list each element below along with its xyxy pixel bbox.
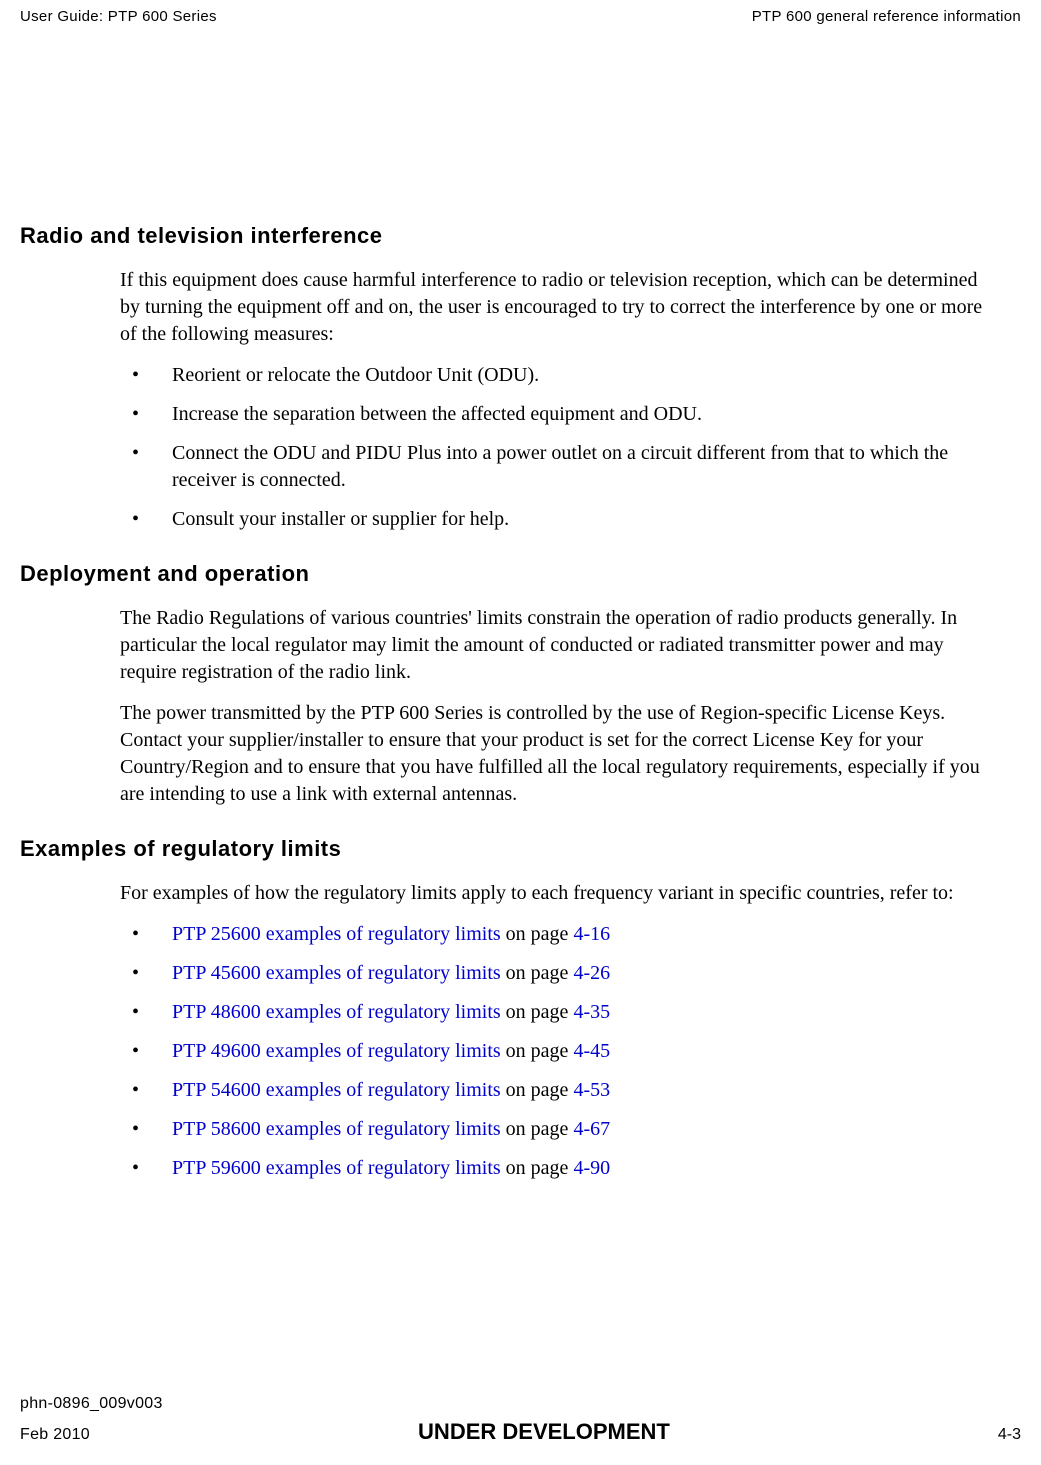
page-header: User Guide: PTP 600 Series PTP 600 gener… [20, 0, 1021, 25]
link-ptp-54600[interactable]: PTP 54600 examples of regulatory limits [172, 1079, 501, 1101]
link-page-ref[interactable]: 4-67 [573, 1118, 610, 1140]
link-mid: on page [501, 1040, 574, 1062]
header-right: PTP 600 general reference information [752, 8, 1021, 25]
list-radio-tv: Reorient or relocate the Outdoor Unit (O… [120, 362, 1001, 533]
link-page-ref[interactable]: 4-16 [573, 923, 610, 945]
page-footer: phn-0896_009v003 Feb 2010 UNDER DEVELOPM… [20, 1395, 1021, 1445]
link-mid: on page [501, 1118, 574, 1140]
heading-radio-tv: Radio and television interference [20, 223, 1021, 249]
para-deployment-1: The Radio Regulations of various countri… [120, 605, 1001, 686]
link-mid: on page [501, 1001, 574, 1023]
link-ptp-49600[interactable]: PTP 49600 examples of regulatory limits [172, 1040, 501, 1062]
header-left: User Guide: PTP 600 Series [20, 8, 217, 25]
footer-status: UNDER DEVELOPMENT [418, 1419, 670, 1445]
link-page-ref[interactable]: 4-35 [573, 1001, 610, 1023]
link-mid: on page [501, 1079, 574, 1101]
para-examples: For examples of how the regulatory limit… [120, 880, 1001, 907]
list-item: PTP 54600 examples of regulatory limits … [120, 1077, 1001, 1104]
list-item: Reorient or relocate the Outdoor Unit (O… [120, 362, 1001, 389]
link-ptp-25600[interactable]: PTP 25600 examples of regulatory limits [172, 923, 501, 945]
link-page-ref[interactable]: 4-53 [573, 1079, 610, 1101]
heading-examples: Examples of regulatory limits [20, 836, 1021, 862]
page-content: Radio and television interference If thi… [20, 25, 1021, 1182]
link-ptp-48600[interactable]: PTP 48600 examples of regulatory limits [172, 1001, 501, 1023]
link-ptp-59600[interactable]: PTP 59600 examples of regulatory limits [172, 1157, 501, 1179]
para-radio-tv: If this equipment does cause harmful int… [120, 267, 1001, 348]
link-mid: on page [501, 1157, 574, 1179]
footer-page-number: 4-3 [998, 1426, 1021, 1444]
heading-deployment: Deployment and operation [20, 561, 1021, 587]
list-item: PTP 58600 examples of regulatory limits … [120, 1116, 1001, 1143]
list-item: PTP 45600 examples of regulatory limits … [120, 960, 1001, 987]
footer-docid: phn-0896_009v003 [20, 1395, 1021, 1413]
list-examples: PTP 25600 examples of regulatory limits … [120, 921, 1001, 1182]
link-mid: on page [501, 923, 574, 945]
para-deployment-2: The power transmitted by the PTP 600 Ser… [120, 700, 1001, 808]
list-item: Increase the separation between the affe… [120, 401, 1001, 428]
link-page-ref[interactable]: 4-26 [573, 962, 610, 984]
footer-row: Feb 2010 UNDER DEVELOPMENT 4-3 [20, 1419, 1021, 1445]
link-page-ref[interactable]: 4-45 [573, 1040, 610, 1062]
link-ptp-45600[interactable]: PTP 45600 examples of regulatory limits [172, 962, 501, 984]
link-mid: on page [501, 962, 574, 984]
link-page-ref[interactable]: 4-90 [573, 1157, 610, 1179]
list-item: PTP 48600 examples of regulatory limits … [120, 999, 1001, 1026]
list-item: PTP 49600 examples of regulatory limits … [120, 1038, 1001, 1065]
link-ptp-58600[interactable]: PTP 58600 examples of regulatory limits [172, 1118, 501, 1140]
list-item: Consult your installer or supplier for h… [120, 506, 1001, 533]
list-item: Connect the ODU and PIDU Plus into a pow… [120, 440, 1001, 494]
footer-date: Feb 2010 [20, 1426, 90, 1444]
list-item: PTP 25600 examples of regulatory limits … [120, 921, 1001, 948]
list-item: PTP 59600 examples of regulatory limits … [120, 1155, 1001, 1182]
